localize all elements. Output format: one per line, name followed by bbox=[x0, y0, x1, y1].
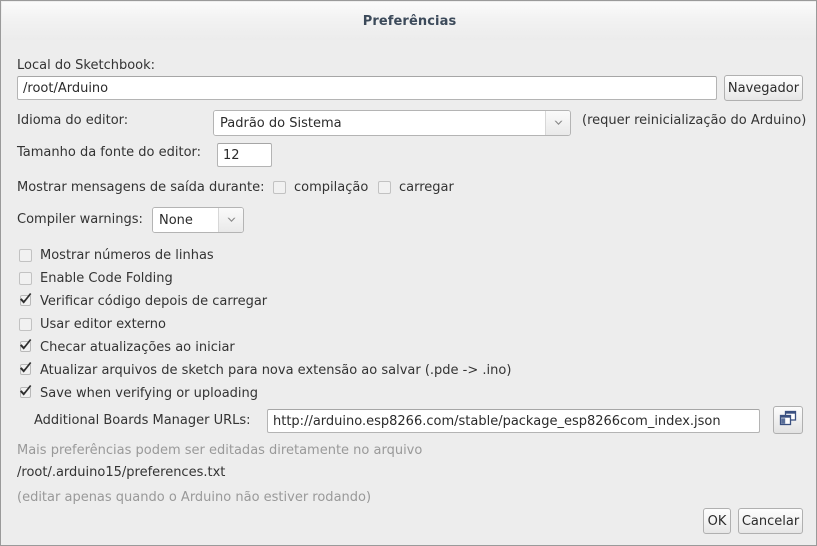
language-note-row: (requer reinicialização do Arduino) bbox=[582, 113, 806, 128]
option-code-folding-label: Enable Code Folding bbox=[40, 271, 173, 286]
option-code-folding-row[interactable]: Enable Code Folding bbox=[19, 267, 779, 290]
option-line-numbers-label: Mostrar números de linhas bbox=[40, 248, 214, 263]
option-verify-after-upload-checkbox[interactable] bbox=[19, 292, 32, 308]
option-external-editor-checkbox[interactable] bbox=[19, 318, 32, 331]
verbose-compile-label: compilação bbox=[294, 180, 369, 195]
option-update-extension-checkbox[interactable] bbox=[19, 361, 32, 377]
option-verify-after-upload-label: Verificar código depois de carregar bbox=[40, 294, 268, 309]
language-label: Idioma do editor: bbox=[17, 113, 129, 128]
chevron-down-icon[interactable] bbox=[218, 208, 243, 232]
option-save-on-verify-label: Save when verifying or uploading bbox=[40, 386, 259, 401]
preferences-dialog: Preferências Local do Sketchbook: /root/… bbox=[0, 0, 817, 546]
boards-urls-input[interactable]: http://arduino.esp8266.com/stable/packag… bbox=[267, 409, 760, 433]
compiler-warnings-selected-value: None bbox=[153, 208, 218, 232]
language-label-row: Idioma do editor: bbox=[17, 113, 128, 128]
option-check-updates-row[interactable]: Checar atualizações ao iniciar bbox=[19, 336, 779, 359]
option-verify-after-upload-row[interactable]: Verificar código depois de carregar bbox=[19, 290, 779, 313]
font-size-label: Tamanho da fonte do editor: bbox=[17, 145, 202, 160]
verbose-upload-checkbox[interactable] bbox=[378, 181, 391, 194]
chevron-down-icon[interactable] bbox=[545, 111, 570, 135]
option-save-on-verify-row[interactable]: Save when verifying or uploading bbox=[19, 382, 779, 405]
copy-windows-icon bbox=[779, 410, 797, 431]
options-checkbox-list: Mostrar números de linhas Enable Code Fo… bbox=[19, 244, 779, 405]
verbose-output-label: Mostrar mensagens de saída durante: bbox=[17, 180, 265, 195]
footer-hint: Mais preferências podem ser editadas dir… bbox=[17, 443, 423, 458]
option-update-extension-row[interactable]: Atualizar arquivos de sketch para nova e… bbox=[19, 359, 779, 382]
option-line-numbers-checkbox[interactable] bbox=[19, 249, 32, 262]
option-check-updates-checkbox[interactable] bbox=[19, 338, 32, 354]
boards-urls-label-row: Additional Boards Manager URLs: bbox=[34, 413, 251, 428]
ok-button-label: OK bbox=[707, 513, 727, 529]
sketchbook-label: Local do Sketchbook: bbox=[17, 58, 156, 73]
footer-preferences-path: /root/.arduino15/preferences.txt bbox=[17, 465, 226, 480]
footer-warning-row: (editar apenas quando o Arduino não esti… bbox=[17, 490, 371, 505]
language-select[interactable]: Padrão do Sistema bbox=[213, 110, 571, 136]
footer-hint-row: Mais preferências podem ser editadas dir… bbox=[17, 443, 422, 458]
dialog-content: Local do Sketchbook: /root/Arduino Naveg… bbox=[2, 40, 816, 545]
cancel-button-label: Cancelar bbox=[741, 513, 800, 529]
sketchbook-path-value: /root/Arduino bbox=[23, 80, 109, 96]
option-line-numbers-row[interactable]: Mostrar números de linhas bbox=[19, 244, 779, 267]
cancel-button[interactable]: Cancelar bbox=[738, 508, 803, 534]
sketchbook-label-row: Local do Sketchbook: bbox=[17, 58, 155, 73]
compiler-warnings-label-row: Compiler warnings: bbox=[17, 212, 143, 227]
compiler-warnings-label: Compiler warnings: bbox=[17, 212, 143, 227]
language-selected-value: Padrão do Sistema bbox=[214, 111, 545, 135]
dialog-titlebar: Preferências bbox=[2, 2, 816, 40]
font-size-label-row: Tamanho da fonte do editor: bbox=[17, 145, 201, 160]
browse-button-label: Navegador bbox=[727, 80, 800, 96]
option-external-editor-label: Usar editor externo bbox=[40, 317, 166, 332]
font-size-value: 12 bbox=[223, 147, 240, 163]
option-update-extension-label: Atualizar arquivos de sketch para nova e… bbox=[40, 363, 512, 378]
verbose-compile-checkbox[interactable] bbox=[273, 181, 286, 194]
compiler-warnings-select[interactable]: None bbox=[152, 207, 244, 233]
sketchbook-path-input[interactable]: /root/Arduino bbox=[17, 76, 717, 100]
verbose-upload-label: carregar bbox=[399, 180, 454, 195]
ok-button[interactable]: OK bbox=[703, 508, 731, 534]
verbose-compile-row[interactable]: compilação bbox=[273, 180, 368, 195]
verbose-upload-row[interactable]: carregar bbox=[378, 180, 454, 195]
boards-urls-open-button[interactable] bbox=[773, 406, 803, 434]
font-size-input[interactable]: 12 bbox=[217, 143, 272, 167]
language-restart-note: (requer reinicialização do Arduino) bbox=[582, 113, 807, 128]
boards-urls-value: http://arduino.esp8266.com/stable/packag… bbox=[273, 413, 721, 429]
footer-warning: (editar apenas quando o Arduino não esti… bbox=[17, 490, 372, 505]
footer-path-row: /root/.arduino15/preferences.txt bbox=[17, 465, 225, 480]
option-save-on-verify-checkbox[interactable] bbox=[19, 384, 32, 400]
verbose-output-label-row: Mostrar mensagens de saída durante: bbox=[17, 180, 264, 195]
option-check-updates-label: Checar atualizações ao iniciar bbox=[40, 340, 235, 355]
boards-urls-label: Additional Boards Manager URLs: bbox=[34, 413, 251, 428]
dialog-title: Preferências bbox=[362, 13, 457, 29]
option-code-folding-checkbox[interactable] bbox=[19, 272, 32, 285]
browse-button[interactable]: Navegador bbox=[724, 75, 803, 101]
option-external-editor-row[interactable]: Usar editor externo bbox=[19, 313, 779, 336]
